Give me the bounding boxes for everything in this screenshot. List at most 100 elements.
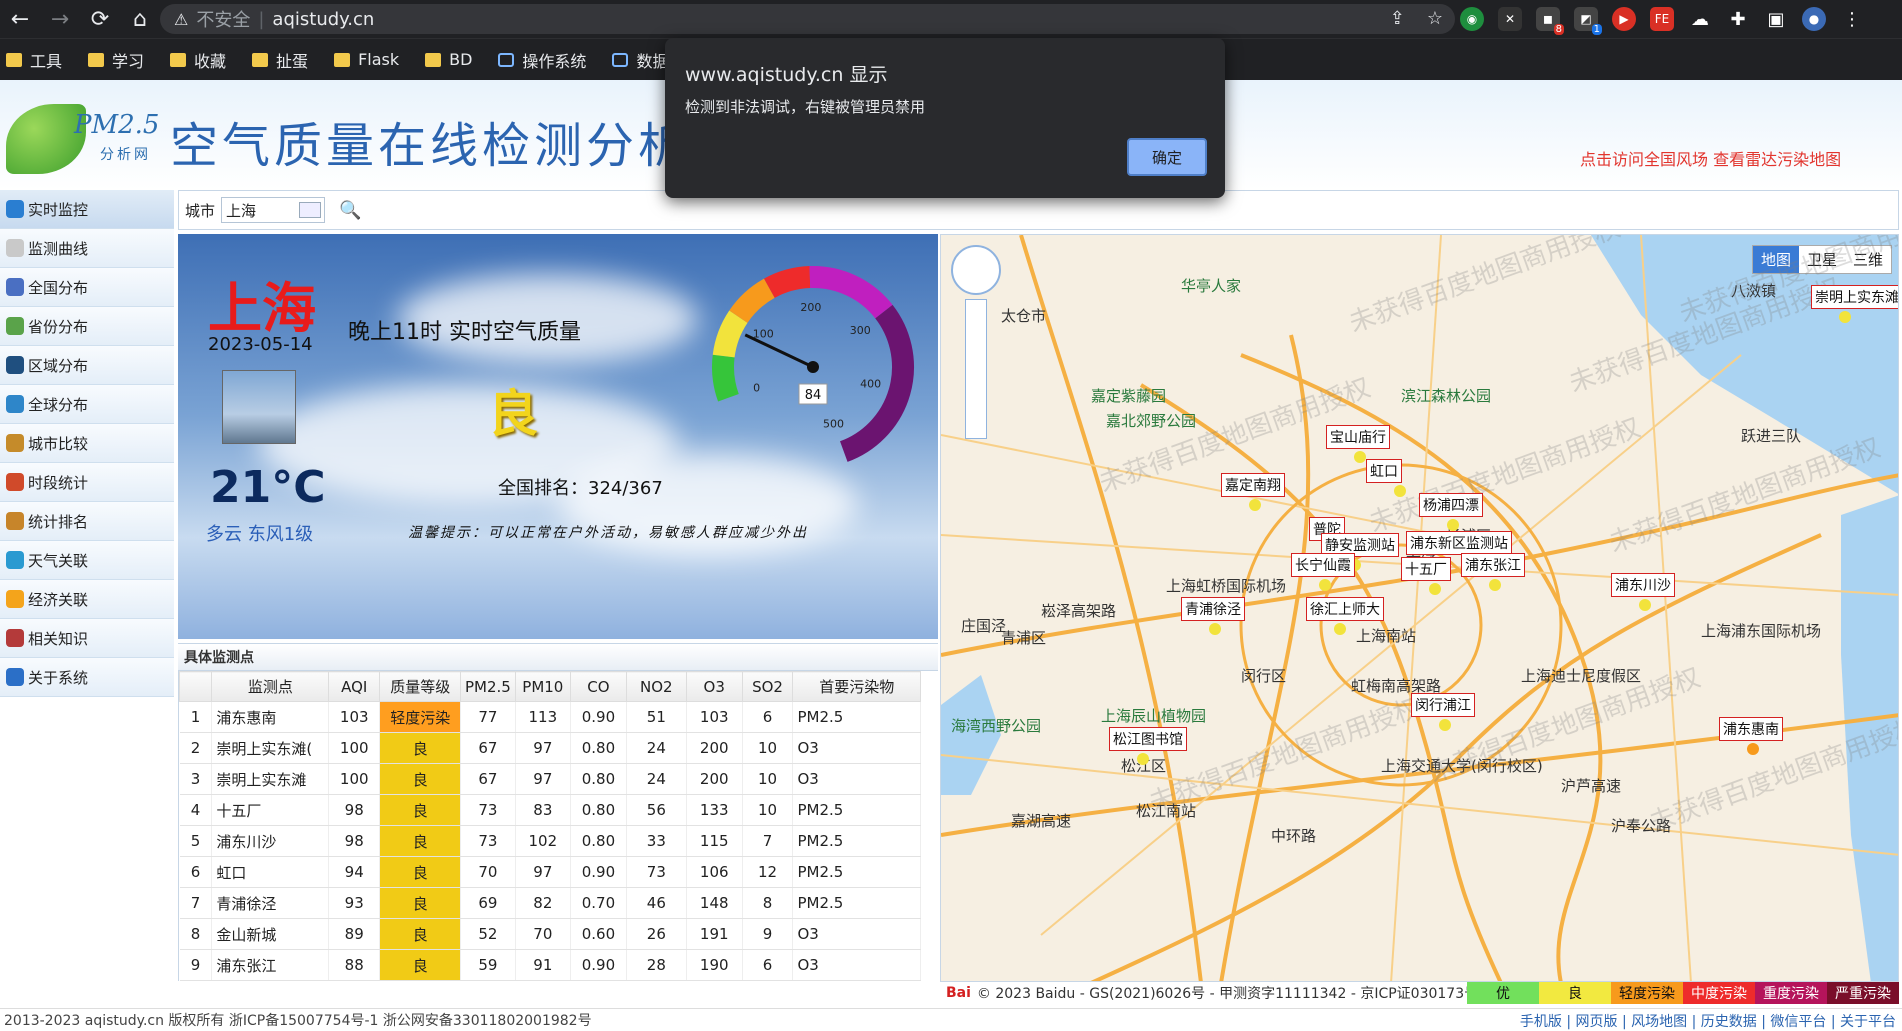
address-bar[interactable]: ⚠ 不安全 | aqistudy.cn ⇪ ☆: [160, 4, 1455, 34]
station-marker-dot[interactable]: [1639, 599, 1651, 611]
extension-badge-icon[interactable]: ◼ 8: [1536, 7, 1564, 35]
profile-avatar-icon[interactable]: ●: [1802, 7, 1826, 31]
table-row[interactable]: 9 浦东张江 88 良 59 91 0.90 28 190 6 O3: [179, 949, 921, 981]
station-marker-label[interactable]: 青浦徐泾: [1181, 597, 1245, 621]
station-marker-dot[interactable]: [1489, 579, 1501, 591]
station-marker-dot[interactable]: [1839, 311, 1851, 323]
station-marker-label[interactable]: 长宁仙霞: [1291, 553, 1355, 577]
extension-x-icon[interactable]: ✕: [1498, 7, 1522, 31]
table-row[interactable]: 3 崇明上实东滩 100 良 67 97 0.80 24 200 10 O3: [179, 763, 921, 795]
forward-icon[interactable]: →: [40, 0, 80, 38]
station-marker-dot[interactable]: [1209, 623, 1221, 635]
map-pan-control[interactable]: [951, 245, 1001, 295]
station-marker-dot[interactable]: [1319, 579, 1331, 591]
column-header[interactable]: 质量等级: [379, 671, 462, 702]
station-marker-dot[interactable]: [1137, 753, 1149, 765]
station-marker-dot[interactable]: [1394, 485, 1406, 497]
sidebar-item[interactable]: 经济关联: [0, 580, 174, 619]
station-marker-label[interactable]: 虹口: [1366, 459, 1402, 483]
station-marker-label[interactable]: 浦东新区监测站: [1406, 531, 1512, 555]
sidebar-item[interactable]: 时段统计: [0, 463, 174, 502]
share-icon[interactable]: ⇪: [1390, 8, 1405, 29]
calendar-icon[interactable]: [299, 202, 322, 218]
extension-green-icon[interactable]: ◉: [1460, 7, 1484, 31]
bookmark-star-icon[interactable]: ☆: [1427, 8, 1443, 29]
sidebar-item[interactable]: 统计排名: [0, 502, 174, 541]
play-icon[interactable]: ▶: [1612, 7, 1636, 31]
site-logo[interactable]: PM2.5 分析网: [6, 96, 166, 174]
bookmark-item[interactable]: 操作系统: [498, 48, 586, 72]
column-header[interactable]: CO: [570, 671, 627, 702]
bookmark-item[interactable]: 工具: [6, 48, 62, 72]
station-marker-dot[interactable]: [1354, 451, 1366, 463]
bookmark-item[interactable]: 收藏: [170, 48, 226, 72]
station-marker-label[interactable]: 徐汇上师大: [1306, 597, 1384, 621]
sidebar-item[interactable]: 天气关联: [0, 541, 174, 580]
extension-counter-icon[interactable]: ◩ 1: [1574, 7, 1602, 35]
cloud-icon[interactable]: ☁: [1688, 7, 1712, 31]
bookmark-item[interactable]: BD: [425, 50, 472, 69]
station-marker-dot[interactable]: [1447, 519, 1459, 531]
table-row[interactable]: 6 虹口 94 良 70 97 0.90 73 106 12 PM2.5: [179, 856, 921, 888]
sidepanel-icon[interactable]: ▣: [1764, 7, 1788, 31]
bookmark-item[interactable]: 学习: [88, 48, 144, 72]
sidebar-item[interactable]: 关于系统: [0, 658, 174, 697]
footer-links[interactable]: 手机版 | 网页版 | 风场地图 | 历史数据 | 微信平台 | 关于平台: [1520, 1011, 1896, 1031]
table-row[interactable]: 7 青浦徐泾 93 良 69 82 0.70 46 148 8 PM2.5: [179, 887, 921, 919]
table-row[interactable]: 8 金山新城 89 良 52 70 0.60 26 191 9 O3: [179, 918, 921, 950]
station-marker-label[interactable]: 十五厂: [1401, 557, 1451, 581]
station-marker-dot[interactable]: [1249, 499, 1261, 511]
sidebar-item[interactable]: 全国分布: [0, 268, 174, 307]
table-row[interactable]: 5 浦东川沙 98 良 73 102 0.80 33 115 7 PM2.5: [179, 825, 921, 857]
table-row[interactable]: 4 十五厂 98 良 73 83 0.80 56 133 10 PM2.5: [179, 794, 921, 826]
map-zoom-slider[interactable]: [965, 299, 987, 439]
table-row[interactable]: 10嘉定南翔88良65700.705611810PM2.5: [179, 980, 921, 981]
station-marker-label[interactable]: 崇明上实东滩: [1811, 285, 1898, 309]
sidebar-item[interactable]: 省份分布: [0, 307, 174, 346]
column-header[interactable]: 首要污染物: [792, 671, 921, 702]
sidebar-item[interactable]: 监测曲线: [0, 229, 174, 268]
sidebar-item[interactable]: 城市比较: [0, 424, 174, 463]
station-marker-label[interactable]: 浦东张江: [1461, 553, 1525, 577]
search-icon[interactable]: 🔍: [339, 200, 361, 221]
station-marker-label[interactable]: 嘉定南翔: [1221, 473, 1285, 497]
city-select[interactable]: 上海: [221, 197, 326, 223]
station-marker-label[interactable]: 宝山庙行: [1326, 425, 1390, 449]
column-header[interactable]: PM2.5: [460, 671, 516, 702]
column-header[interactable]: 监测点: [211, 671, 330, 702]
station-marker-label[interactable]: 杨浦四漂: [1419, 493, 1483, 517]
map-panel[interactable]: 地图 卫星 三维 太仓市 华亭人家 嘉定紫藤园 嘉北郊野公园 滨江森林公园 八滧镇 跃进三队 庄国…: [940, 234, 1899, 982]
column-header[interactable]: SO2: [741, 671, 794, 702]
sidebar-item[interactable]: 相关知识: [0, 619, 174, 658]
column-header[interactable]: PM10: [514, 671, 572, 702]
column-header[interactable]: NO2: [625, 671, 687, 702]
sidebar-item[interactable]: 区域分布: [0, 346, 174, 385]
puzzle-icon[interactable]: ✚: [1726, 7, 1750, 31]
home-icon[interactable]: ⌂: [120, 0, 160, 38]
reload-icon[interactable]: ⟳: [80, 0, 120, 38]
dialog-ok-button[interactable]: 确定: [1127, 138, 1207, 176]
gauge-segment: [712, 310, 748, 358]
column-header[interactable]: [179, 671, 213, 702]
fe-icon[interactable]: FE: [1650, 7, 1674, 31]
monitor-header: 具体监测点: [178, 643, 938, 671]
column-header[interactable]: O3: [685, 671, 743, 702]
bookmark-item[interactable]: 扯蛋: [252, 48, 308, 72]
sidebar-item[interactable]: 全球分布: [0, 385, 174, 424]
station-marker-dot[interactable]: [1334, 623, 1346, 635]
column-header[interactable]: AQI: [328, 671, 381, 702]
station-marker-label[interactable]: 浦东惠南: [1719, 717, 1783, 741]
top-links[interactable]: 点击访问全国风场 查看雷达污染地图: [1580, 146, 1841, 170]
menu-icon[interactable]: ⋮: [1840, 7, 1864, 31]
table-row[interactable]: 1 浦东惠南 103 轻度污染 77 113 0.90 51 103 6 PM2.5: [179, 701, 921, 733]
bookmark-item[interactable]: Flask: [334, 50, 399, 69]
station-marker-dot[interactable]: [1439, 719, 1451, 731]
back-icon[interactable]: ←: [0, 0, 40, 38]
table-row[interactable]: 2 崇明上实东滩(100 良 67 97 0.80 24 200 10 O3: [179, 732, 921, 764]
sidebar-item[interactable]: 实时监控: [0, 190, 174, 229]
station-marker-dot[interactable]: [1747, 743, 1759, 755]
station-marker-label[interactable]: 闵行浦江: [1411, 693, 1475, 717]
station-marker-label[interactable]: 松江图书馆: [1109, 727, 1187, 751]
station-marker-label[interactable]: 浦东川沙: [1611, 573, 1675, 597]
station-marker-dot[interactable]: [1429, 583, 1441, 595]
